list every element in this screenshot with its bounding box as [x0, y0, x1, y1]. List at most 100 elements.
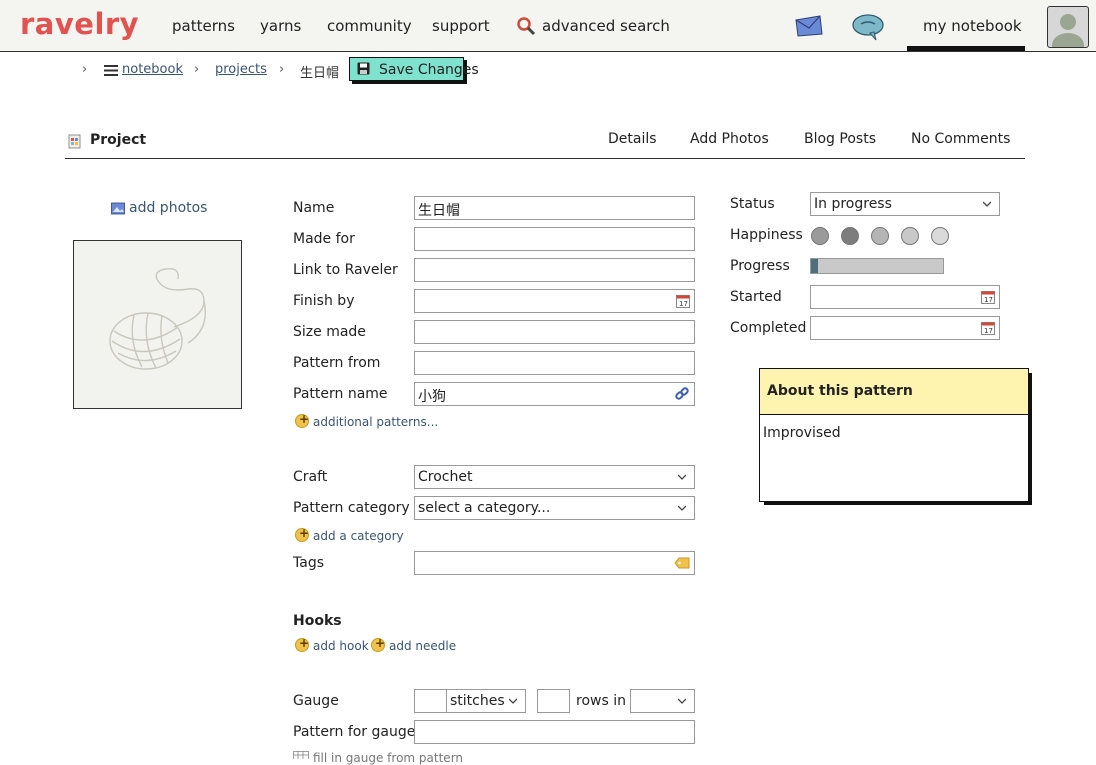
size-made-input[interactable]	[414, 320, 695, 344]
gauge-unit-value: stitches	[450, 693, 505, 709]
project-notebook-icon	[68, 134, 81, 149]
gauge-stitches-input[interactable]	[414, 689, 447, 713]
pattern-from-label: Pattern from	[293, 355, 381, 371]
pattern-category-value: select a category...	[418, 500, 551, 516]
pattern-from-input[interactable]	[414, 351, 695, 375]
chevron-down-icon	[509, 698, 517, 704]
user-silhouette-icon	[1052, 14, 1084, 47]
gauge-size-select[interactable]	[630, 689, 695, 713]
name-value: 生日帽	[418, 203, 460, 219]
finish-by-input[interactable]: 17	[414, 289, 695, 313]
about-pattern-text: Improvised	[763, 425, 841, 441]
made-for-label: Made for	[293, 231, 355, 247]
project-title: Project	[90, 132, 147, 148]
progress-bar-fill	[811, 259, 818, 273]
avatar[interactable]	[1047, 6, 1089, 48]
chevron-down-icon	[983, 201, 991, 207]
status-value: In progress	[814, 196, 892, 212]
tags-label: Tags	[293, 555, 324, 571]
breadcrumb-notebook[interactable]: notebook	[122, 62, 183, 77]
pattern-name-input[interactable]: 小狗	[414, 382, 695, 406]
save-changes-label: Save Changes	[379, 62, 479, 78]
add-hook-link[interactable]: add hook	[313, 639, 369, 653]
happiness-very-happy-icon[interactable]	[931, 227, 949, 245]
about-pattern-header: About this pattern	[760, 369, 1028, 415]
search-icon[interactable]	[516, 16, 536, 36]
nav-my-notebook[interactable]: my notebook	[907, 0, 1025, 51]
gauge-unit-select[interactable]: stitches	[446, 689, 526, 713]
hooks-heading: Hooks	[293, 613, 342, 629]
link-to-raveler-label: Link to Raveler	[293, 262, 398, 278]
made-for-input[interactable]	[414, 227, 695, 251]
chevron-down-icon	[678, 474, 686, 480]
tags-input[interactable]	[414, 551, 695, 575]
svg-text:17: 17	[679, 300, 688, 308]
chevron-down-icon	[678, 505, 686, 511]
craft-value: Crochet	[418, 469, 473, 485]
project-header	[65, 124, 1025, 159]
calendar-icon[interactable]: 17	[981, 290, 995, 304]
pattern-category-select[interactable]: select a category...	[414, 496, 695, 520]
rows-in-label: rows in	[576, 693, 626, 709]
tab-blog-posts[interactable]: Blog Posts	[804, 131, 876, 147]
link-icon[interactable]	[674, 386, 690, 402]
nav-yarns[interactable]: yarns	[260, 17, 301, 35]
nav-advanced-search[interactable]: advanced search	[542, 17, 670, 35]
craft-select[interactable]: Crochet	[414, 465, 695, 489]
svg-text:17: 17	[984, 296, 993, 304]
menu-icon[interactable]	[104, 65, 118, 76]
status-label: Status	[730, 196, 775, 212]
my-notebook-label: my notebook	[923, 17, 1022, 35]
gauge-rows-input[interactable]	[537, 689, 570, 713]
svg-text:17: 17	[984, 327, 993, 335]
additional-patterns-link[interactable]: additional patterns...	[313, 415, 438, 429]
photo-icon	[111, 202, 125, 215]
link-to-raveler-input[interactable]	[414, 258, 695, 282]
add-category-link[interactable]: add a category	[313, 529, 404, 543]
pattern-name-label: Pattern name	[293, 386, 388, 402]
nav-support[interactable]: support	[432, 17, 490, 35]
add-needle-link[interactable]: add needle	[389, 639, 456, 653]
happiness-happy-icon[interactable]	[901, 227, 919, 245]
tag-icon	[674, 557, 690, 569]
tab-add-photos[interactable]: Add Photos	[690, 131, 769, 147]
chat-icon[interactable]	[852, 13, 885, 41]
happiness-unhappy-icon[interactable]	[841, 227, 859, 245]
completed-label: Completed	[730, 320, 807, 336]
nav-patterns[interactable]: patterns	[172, 17, 235, 35]
tab-comments[interactable]: No Comments	[911, 131, 1010, 147]
craft-label: Craft	[293, 469, 328, 485]
completed-input[interactable]: 17	[810, 316, 1000, 340]
calendar-icon[interactable]: 17	[676, 294, 690, 308]
pattern-category-label: Pattern category	[293, 500, 410, 516]
ravelry-logo[interactable]: ravelry	[20, 7, 139, 41]
fill-gauge-link[interactable]: fill in gauge from pattern	[313, 751, 463, 765]
breadcrumb-projects[interactable]: projects	[215, 62, 267, 77]
breadcrumb-current: 生日帽	[300, 66, 340, 81]
project-photo-placeholder[interactable]	[73, 240, 242, 409]
about-pattern-heading: About this pattern	[767, 383, 913, 399]
name-input[interactable]: 生日帽	[414, 196, 695, 220]
breadcrumb-chevron: ›	[82, 62, 88, 77]
size-made-label: Size made	[293, 324, 366, 340]
calendar-icon[interactable]: 17	[981, 321, 995, 335]
add-icon[interactable]	[295, 412, 309, 428]
gauge-label: Gauge	[293, 693, 339, 709]
happiness-neutral-icon[interactable]	[871, 227, 889, 245]
grid-icon	[293, 751, 309, 759]
pattern-for-gauge-input[interactable]	[414, 720, 695, 744]
add-icon[interactable]	[295, 636, 309, 652]
save-icon	[357, 62, 370, 75]
name-label: Name	[293, 200, 335, 216]
status-select[interactable]: In progress	[810, 192, 1000, 216]
add-icon[interactable]	[371, 636, 385, 652]
add-icon[interactable]	[295, 526, 309, 542]
save-changes-button[interactable]: Save Changes	[349, 57, 479, 81]
mail-icon[interactable]	[795, 15, 823, 37]
started-input[interactable]: 17	[810, 285, 1000, 309]
nav-community[interactable]: community	[327, 17, 412, 35]
add-photos-link[interactable]: add photos	[129, 200, 207, 216]
progress-bar[interactable]	[810, 258, 944, 274]
happiness-very-unhappy-icon[interactable]	[811, 227, 829, 245]
tab-details[interactable]: Details	[608, 131, 657, 147]
